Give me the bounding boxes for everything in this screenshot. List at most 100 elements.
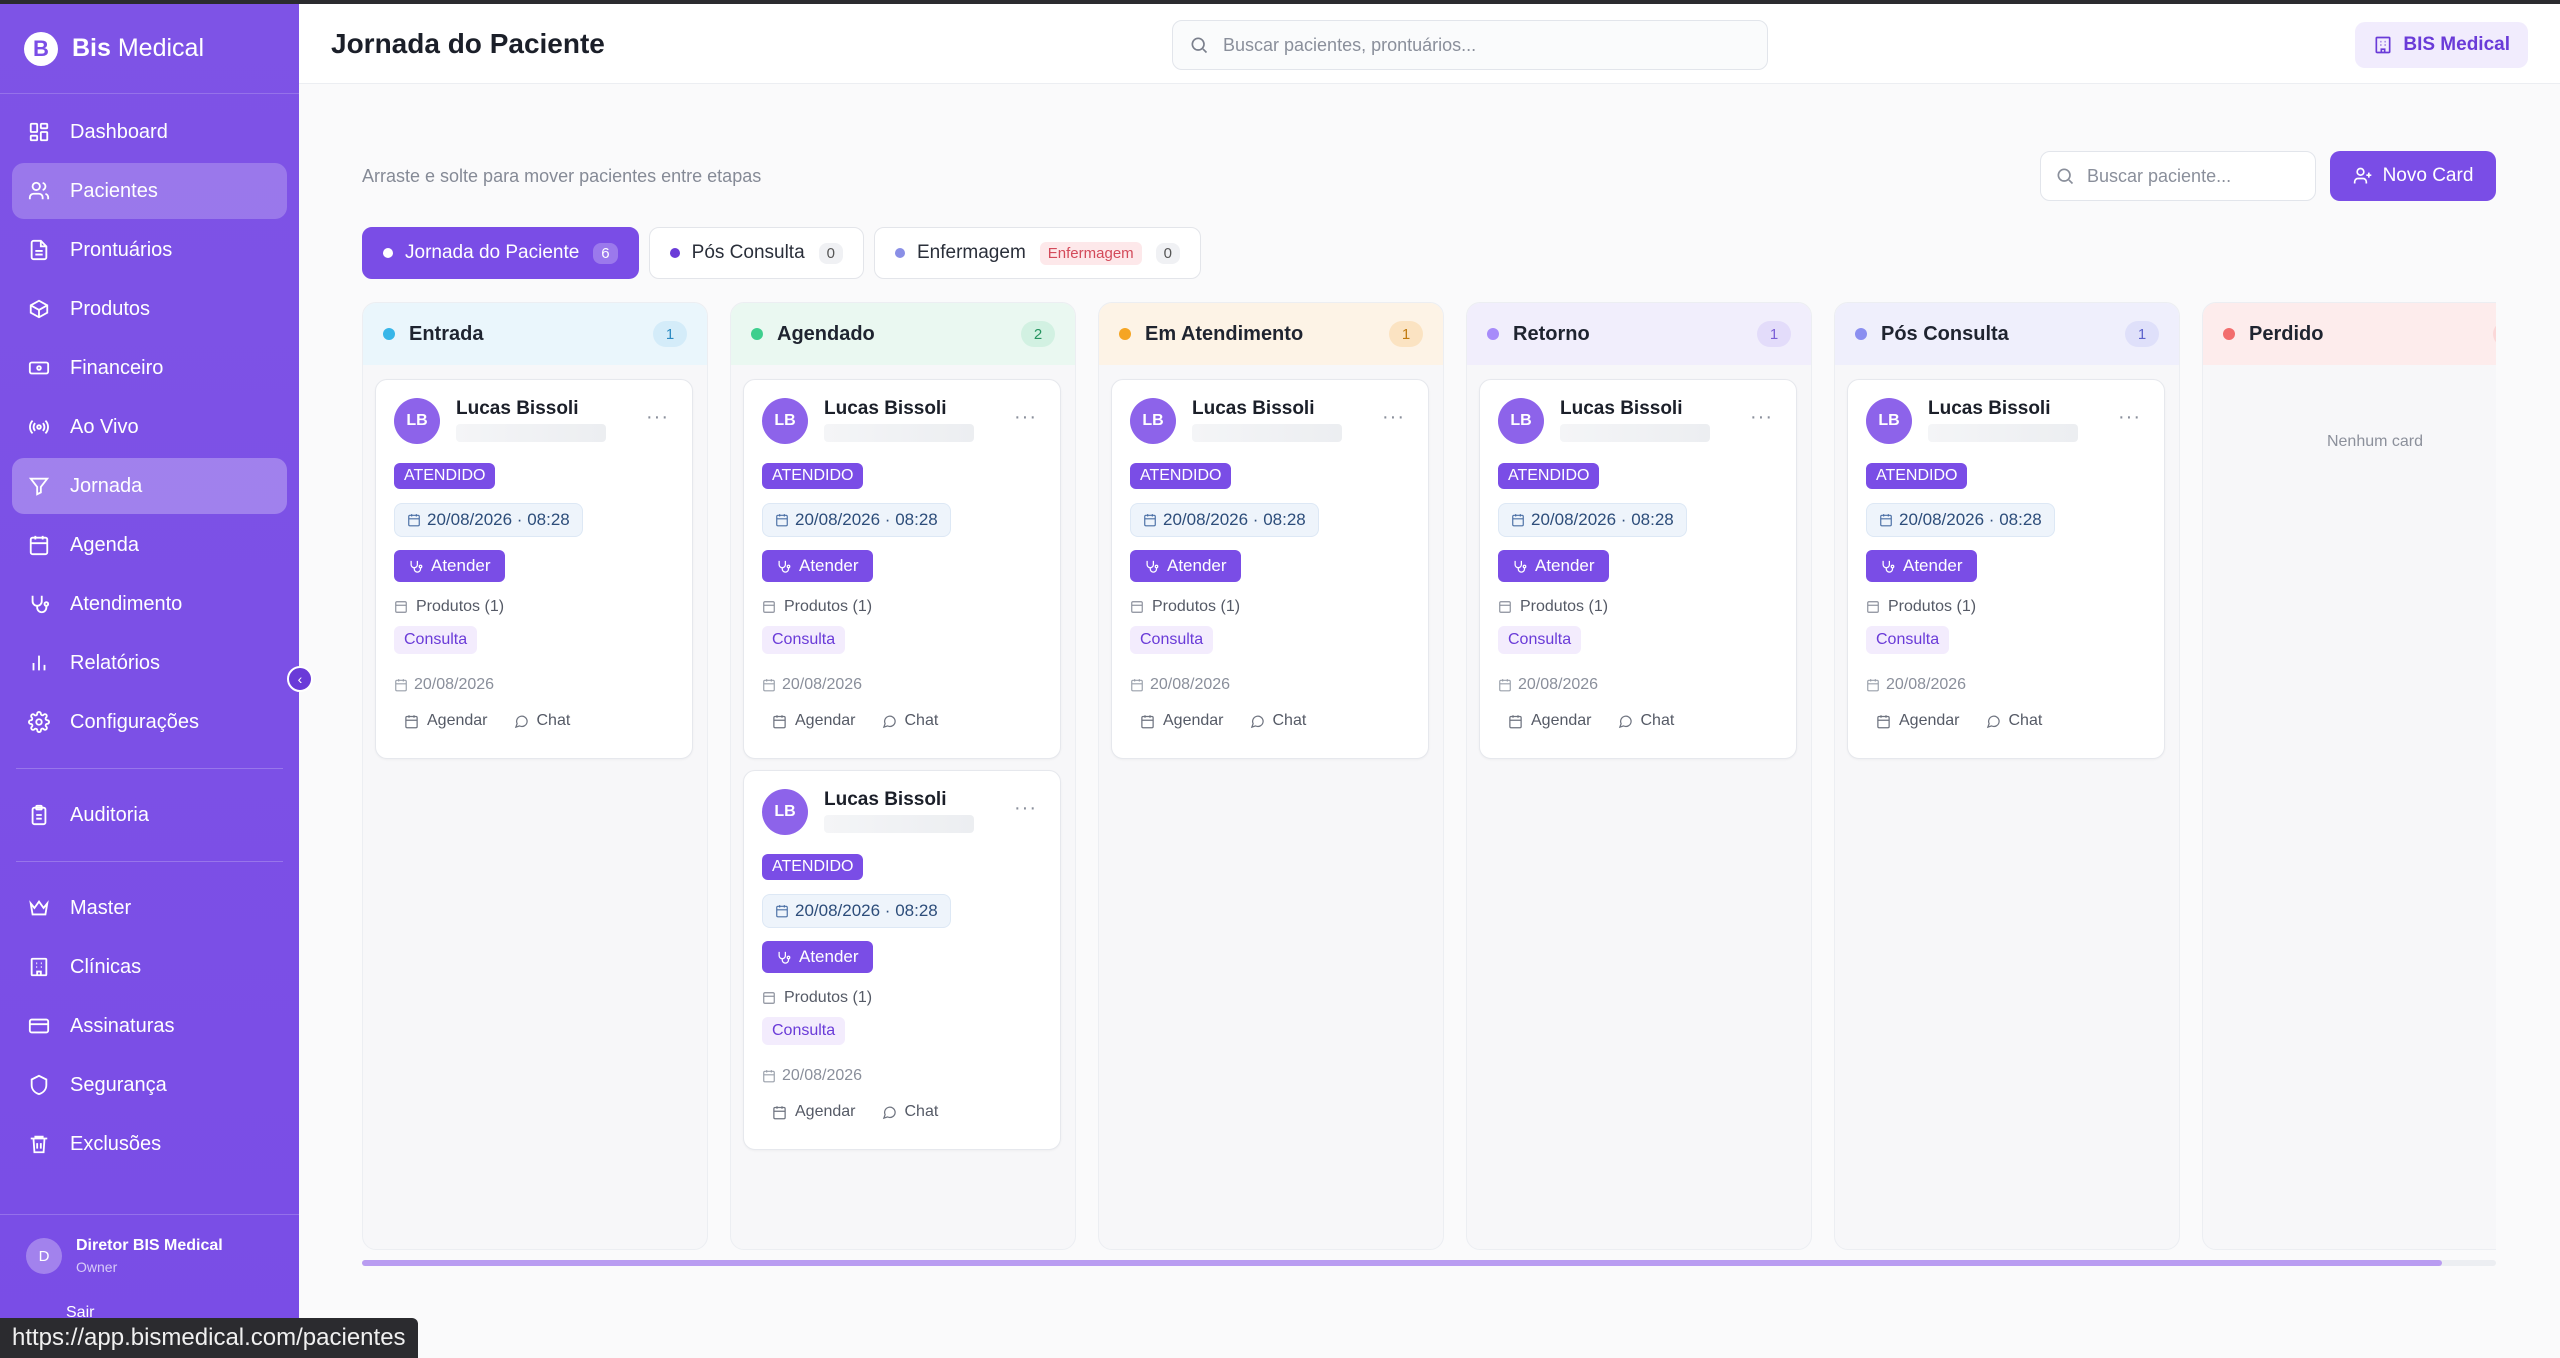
sidebar-item-pacientes[interactable]: Pacientes: [12, 163, 287, 219]
board-horizontal-scrollbar[interactable]: [362, 1260, 2496, 1266]
patient-name[interactable]: Lucas Bissoli: [1192, 398, 1315, 420]
atender-button[interactable]: Atender: [762, 550, 873, 582]
schedule-button[interactable]: Agendar: [772, 1103, 856, 1121]
products-summary: Produtos (1): [762, 989, 872, 1007]
new-card-button[interactable]: Novo Card: [2330, 151, 2496, 201]
sidebar-item-relatorios[interactable]: Relatórios: [12, 635, 287, 691]
card-menu-button[interactable]: ···: [1014, 797, 1037, 820]
calendar-icon: [1877, 714, 1890, 728]
schedule-button[interactable]: Agendar: [1140, 712, 1224, 730]
patient-name[interactable]: Lucas Bissoli: [1928, 398, 2051, 420]
schedule-button[interactable]: Agendar: [772, 712, 856, 730]
user-profile[interactable]: D Diretor BIS Medical Owner: [0, 1214, 299, 1275]
patient-search[interactable]: [2040, 151, 2316, 201]
column-agendado[interactable]: Agendado 2 LB Lucas Bissoli ··· ATENDIDO…: [730, 302, 1076, 1250]
chat-button[interactable]: Chat: [882, 1103, 938, 1121]
schedule-button[interactable]: Agendar: [1508, 712, 1592, 730]
sidebar-collapse-button[interactable]: ‹: [287, 666, 313, 692]
appointment-datetime: 20/08/2026 · 08:28: [1866, 503, 2055, 537]
sidebar-item-clinicas[interactable]: Clínicas: [12, 939, 287, 995]
sidebar-item-label: Relatórios: [70, 651, 161, 674]
patient-name[interactable]: Lucas Bissoli: [1560, 398, 1683, 420]
tab-jornada-do-paciente[interactable]: Jornada do Paciente 6: [362, 227, 639, 279]
patient-card[interactable]: LB Lucas Bissoli ··· ATENDIDO 20/08/2026…: [743, 379, 1061, 759]
card-date-text: 20/08/2026: [782, 676, 863, 693]
tab-count: 0: [818, 242, 843, 264]
brand[interactable]: B Bis Medical: [0, 4, 299, 94]
patient-card[interactable]: LB Lucas Bissoli ··· ATENDIDO 20/08/2026…: [1479, 379, 1797, 759]
box-icon: [1499, 601, 1511, 613]
patient-card[interactable]: LB Lucas Bissoli ··· ATENDIDO 20/08/2026…: [743, 770, 1061, 1150]
card-menu-button[interactable]: ···: [646, 406, 669, 429]
atender-button[interactable]: Atender: [1866, 550, 1977, 582]
chat-icon: [514, 715, 528, 728]
brand-name: Bis Medical: [72, 34, 204, 62]
column-retorno[interactable]: Retorno 1 LB Lucas Bissoli ··· ATENDIDO …: [1466, 302, 1812, 1250]
sidebar-item-seguranca[interactable]: Segurança: [12, 1057, 287, 1113]
patient-name[interactable]: Lucas Bissoli: [456, 398, 579, 420]
atender-button[interactable]: Atender: [762, 941, 873, 973]
tab-pos-consulta[interactable]: Pós Consulta 0: [648, 227, 864, 279]
status-badge: ATENDIDO: [1130, 463, 1232, 489]
sidebar-item-agenda[interactable]: Agenda: [12, 517, 287, 573]
sidebar-item-auditoria[interactable]: Auditoria: [12, 787, 287, 843]
tab-dot: [669, 248, 680, 258]
sidebar-item-master[interactable]: Master: [12, 880, 287, 936]
patient-name[interactable]: Lucas Bissoli: [824, 398, 947, 420]
schedule-button[interactable]: Agendar: [404, 712, 488, 730]
sidebar-item-produtos[interactable]: Produtos: [12, 281, 287, 337]
scrollbar-thumb[interactable]: [362, 1260, 2442, 1266]
appointment-datetime-text: 20/08/2026 · 08:28: [427, 510, 570, 529]
chat-button[interactable]: Chat: [1618, 712, 1675, 730]
card-menu-button[interactable]: ···: [1014, 406, 1037, 429]
sidebar-item-label: Assinaturas: [70, 1014, 175, 1037]
appointment-datetime-text: 20/08/2026 · 08:28: [1163, 510, 1306, 529]
global-search-input[interactable]: [1223, 34, 1743, 56]
column-pos-consulta[interactable]: Pós Consulta 1 LB Lucas Bissoli ··· ATEN…: [1834, 302, 2180, 1250]
patient-search-input[interactable]: [2087, 165, 2307, 187]
chat-button[interactable]: Chat: [1986, 712, 2042, 730]
calendar-icon: [1131, 679, 1143, 692]
chat-label: Chat: [1640, 712, 1675, 729]
sidebar-item-label: Produtos: [70, 297, 151, 320]
global-search[interactable]: [1172, 20, 1768, 70]
patient-card[interactable]: LB Lucas Bissoli ··· ATENDIDO 20/08/2026…: [375, 379, 693, 759]
sidebar-item-ao-vivo[interactable]: Ao Vivo: [12, 399, 287, 455]
column-title: Entrada: [409, 322, 484, 345]
chat-button[interactable]: Chat: [514, 712, 570, 730]
sidebar-item-dashboard[interactable]: Dashboard: [12, 104, 287, 160]
sidebar-item-exclusoes[interactable]: Exclusões: [12, 1116, 287, 1172]
column-count: 1: [2125, 321, 2159, 347]
sidebar-item-assinaturas[interactable]: Assinaturas: [12, 998, 287, 1054]
appointment-datetime: 20/08/2026 · 08:28: [762, 894, 951, 928]
tab-enfermagem[interactable]: Enfermagem Enfermagem 0: [874, 227, 1201, 279]
card-menu-button[interactable]: ···: [1750, 406, 1773, 429]
column-perdido[interactable]: Perdido Nenhum card: [2202, 302, 2496, 1250]
column-em-atendimento[interactable]: Em Atendimento 1 LB Lucas Bissoli ··· AT…: [1098, 302, 1444, 1250]
clinic-name: BIS Medical: [2403, 34, 2510, 55]
atender-button[interactable]: Atender: [1130, 550, 1241, 582]
calendar-icon: [1141, 714, 1154, 728]
calendar-icon: [1499, 679, 1511, 692]
patient-name[interactable]: Lucas Bissoli: [824, 789, 947, 811]
chat-button[interactable]: Chat: [882, 712, 938, 730]
column-entrada[interactable]: Entrada 1 LB Lucas Bissoli ··· ATENDIDO …: [362, 302, 708, 1250]
sidebar-item-prontuarios[interactable]: Prontuários: [12, 222, 287, 278]
atender-button[interactable]: Atender: [394, 550, 505, 582]
sidebar-item-configuracoes[interactable]: Configurações: [12, 694, 287, 750]
clinic-selector[interactable]: BIS Medical: [2355, 22, 2528, 68]
calendar-icon: [28, 534, 50, 556]
sidebar-item-jornada[interactable]: Jornada: [12, 458, 287, 514]
tab-count: 0: [1155, 242, 1180, 264]
schedule-button[interactable]: Agendar: [1876, 712, 1960, 730]
patient-card[interactable]: LB Lucas Bissoli ··· ATENDIDO 20/08/2026…: [1847, 379, 2165, 759]
atender-button[interactable]: Atender: [1498, 550, 1609, 582]
patient-card[interactable]: LB Lucas Bissoli ··· ATENDIDO 20/08/2026…: [1111, 379, 1429, 759]
card-menu-button[interactable]: ···: [1382, 406, 1405, 429]
sidebar-item-label: Master: [70, 896, 132, 919]
chat-button[interactable]: Chat: [1250, 712, 1306, 730]
card-menu-button[interactable]: ···: [2118, 406, 2141, 429]
box-icon: [763, 601, 775, 613]
sidebar-item-financeiro[interactable]: Financeiro: [12, 340, 287, 396]
sidebar-item-atendimento[interactable]: Atendimento: [12, 576, 287, 632]
